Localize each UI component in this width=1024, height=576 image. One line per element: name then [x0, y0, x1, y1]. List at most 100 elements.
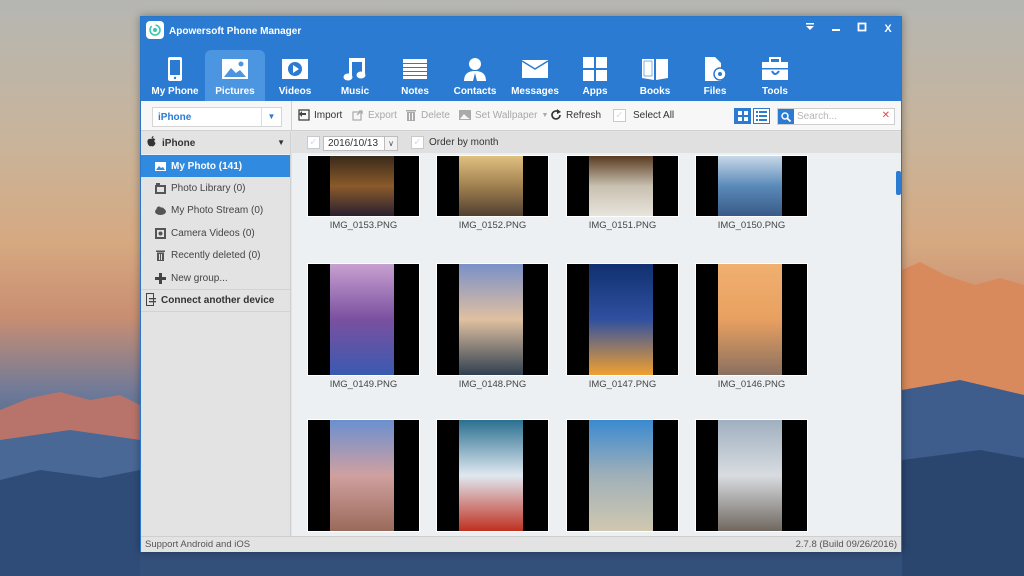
set-wallpaper-button[interactable]: Set Wallpaper ▼ [459, 109, 548, 121]
photo-image[interactable] [695, 155, 808, 217]
menu-dropdown-icon[interactable] [803, 22, 817, 36]
sidebar-item-recently-deleted[interactable]: Recently deleted (0) [141, 245, 290, 267]
refresh-icon [550, 109, 562, 121]
photo-image[interactable] [695, 263, 808, 376]
import-label: Import [314, 109, 343, 121]
ridge-left-dark [0, 470, 140, 576]
date-picker[interactable]: 2016/10/13 ∨ [323, 136, 398, 151]
nav-videos[interactable]: Videos [265, 50, 325, 101]
photo-image[interactable] [307, 263, 420, 376]
photo-thumbnail[interactable]: IMG_0147.PNG [566, 263, 679, 390]
date-value: 2016/10/13 [328, 138, 379, 149]
photo-content [459, 156, 523, 216]
search-box: ✕ [777, 108, 895, 125]
window-controls: X [803, 22, 895, 36]
export-icon [352, 109, 364, 121]
nav-label: Messages [511, 86, 559, 97]
photo-image[interactable] [695, 419, 808, 532]
date-filter-checkbox[interactable]: ✓ [307, 136, 320, 149]
photo-image[interactable] [307, 419, 420, 532]
order-by-month-checkbox[interactable]: ✓ [411, 136, 424, 149]
photo-content [330, 156, 394, 216]
clear-search-icon[interactable]: ✕ [882, 110, 890, 121]
sidebar-item-photo-library[interactable]: Photo Library (0) [141, 177, 290, 199]
chevron-down-icon[interactable]: ▼ [261, 108, 281, 126]
nav-notes[interactable]: Notes [385, 50, 445, 101]
connect-another-device-button[interactable]: Connect another device [141, 289, 290, 313]
photo-image[interactable] [436, 263, 549, 376]
photo-thumbnail[interactable]: IMG_0149.PNG [307, 263, 420, 390]
trash-icon [405, 109, 417, 121]
photo-content [459, 420, 523, 531]
nav-music[interactable]: Music [325, 50, 385, 101]
nav-label: Videos [278, 86, 312, 97]
sidebar-device-name: iPhone [162, 137, 196, 149]
sidebar-device-header[interactable]: iPhone ▼ [141, 132, 290, 155]
nav-pictures[interactable]: Pictures [205, 50, 265, 101]
camera-video-icon [155, 227, 166, 239]
photo-thumbnail[interactable]: IMG_0150.PNG [695, 155, 808, 231]
photo-image[interactable] [436, 155, 549, 217]
collapse-caret-icon[interactable]: ▼ [277, 138, 285, 147]
search-input[interactable] [797, 110, 879, 123]
grid-view-button[interactable] [734, 108, 751, 124]
photo-image[interactable] [566, 155, 679, 217]
sidebar-item-camera-videos[interactable]: Camera Videos (0) [141, 222, 290, 244]
minimize-icon[interactable] [829, 22, 843, 36]
photo-content [589, 264, 653, 375]
nav-contacts[interactable]: Contacts [445, 50, 505, 101]
nav-files[interactable]: Files [685, 50, 745, 101]
maximize-icon[interactable] [855, 22, 869, 36]
apps-grid-icon [581, 55, 609, 83]
photo-thumbnail[interactable] [436, 419, 549, 535]
nav-tools[interactable]: Tools [745, 50, 805, 101]
import-icon [298, 109, 310, 121]
sidebar-item-my-photo[interactable]: My Photo (141) [141, 155, 290, 178]
photo-image[interactable] [436, 419, 549, 532]
open-book-icon [641, 55, 669, 83]
nav-label: Pictures [215, 86, 255, 97]
select-all-checkbox[interactable]: ✓ Select All [613, 109, 674, 122]
chevron-down-icon[interactable]: ∨ [384, 137, 397, 150]
nav-apps[interactable]: Apps [565, 50, 625, 101]
nav-label: My Phone [151, 86, 199, 97]
refresh-label: Refresh [566, 109, 602, 121]
sidebar-item-my-photo-stream[interactable]: My Photo Stream (0) [141, 200, 290, 222]
list-view-button[interactable] [753, 108, 770, 124]
photo-content [718, 156, 782, 216]
nav-my-phone[interactable]: My Phone [145, 50, 205, 101]
nav-books[interactable]: Books [625, 50, 685, 101]
photo-image[interactable] [566, 263, 679, 376]
photo-thumbnail[interactable] [307, 419, 420, 535]
export-button[interactable]: Export [352, 109, 397, 121]
photo-filename: IMG_0153.PNG [329, 220, 398, 231]
photo-filename: IMG_0150.PNG [717, 220, 786, 231]
photo-thumbnail[interactable]: IMG_0152.PNG [436, 155, 549, 231]
import-button[interactable]: Import [298, 109, 342, 121]
close-icon[interactable]: X [881, 22, 895, 36]
scrollbar-thumb[interactable] [896, 171, 901, 195]
nav-messages[interactable]: Messages [505, 50, 565, 101]
sidebar-item-new-group[interactable]: New group... [141, 267, 290, 289]
checkbox-icon[interactable]: ✓ [613, 109, 626, 122]
list-view-icon [756, 111, 767, 121]
photo-filename: IMG_0146.PNG [717, 379, 786, 390]
photo-image[interactable] [566, 419, 679, 532]
order-by-month-label: Order by month [429, 137, 499, 148]
photo-thumbnail[interactable]: IMG_0146.PNG [695, 263, 808, 390]
photo-thumbnail[interactable] [695, 419, 808, 535]
photo-content [589, 420, 653, 531]
refresh-button[interactable]: Refresh [550, 109, 601, 121]
delete-button[interactable]: Delete [405, 109, 450, 121]
chevron-down-icon: ▼ [541, 111, 549, 119]
photo-thumbnail[interactable]: IMG_0151.PNG [566, 155, 679, 231]
ridge-bottom [140, 552, 902, 576]
sidebar-item-label: Recently deleted (0) [171, 250, 261, 262]
search-icon[interactable] [778, 109, 794, 124]
photo-thumbnail[interactable]: IMG_0148.PNG [436, 263, 549, 390]
photo-thumbnail[interactable] [566, 419, 679, 535]
device-select[interactable]: iPhone ▼ [152, 107, 282, 127]
notes-icon [401, 55, 429, 83]
photo-thumbnail[interactable]: IMG_0153.PNG [307, 155, 420, 231]
photo-image[interactable] [307, 155, 420, 217]
